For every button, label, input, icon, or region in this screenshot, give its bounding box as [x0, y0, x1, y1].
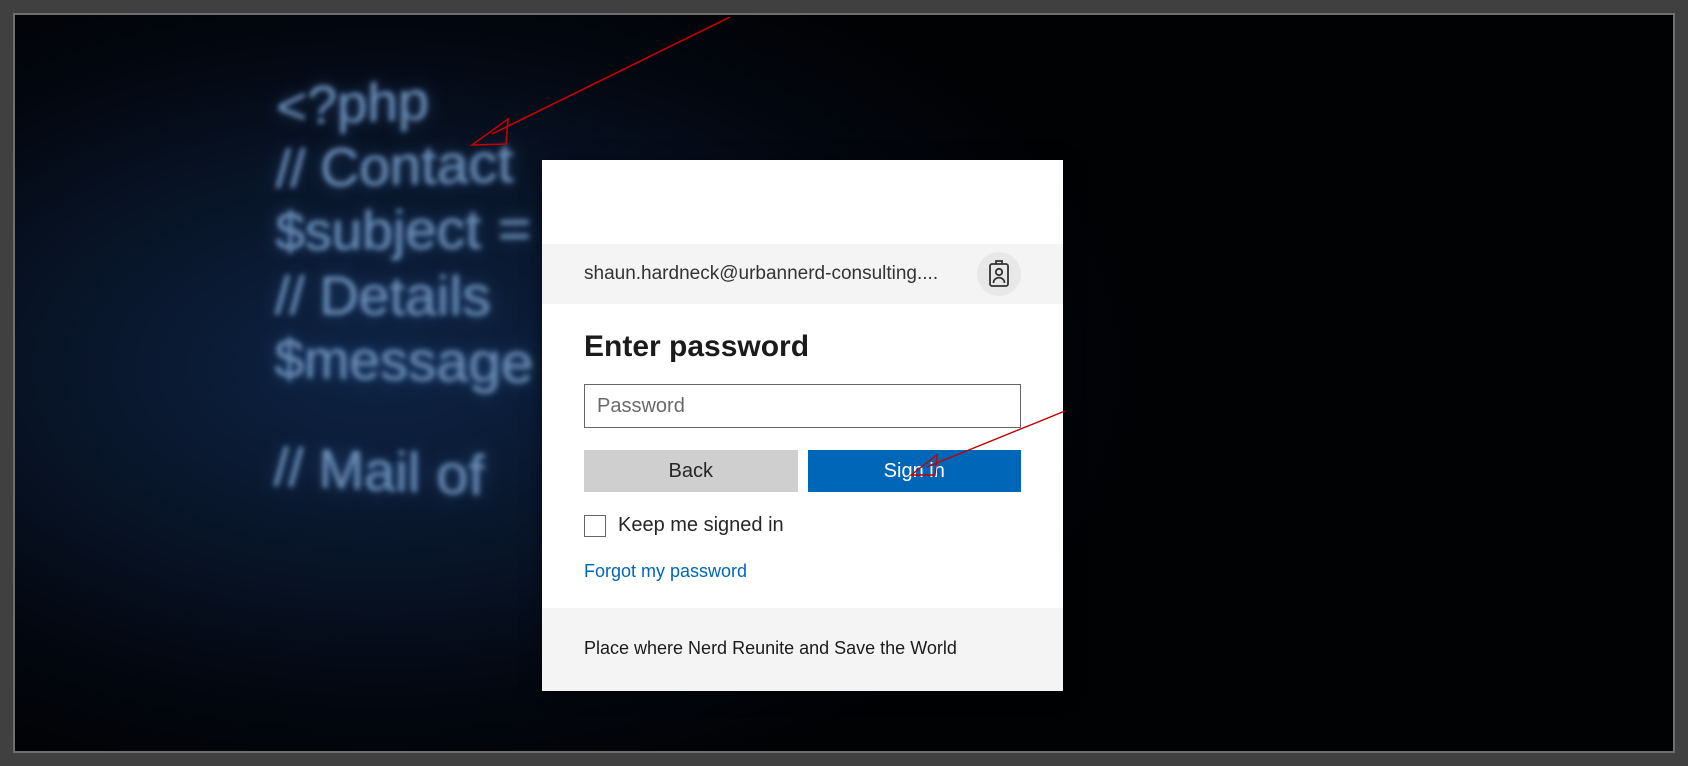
button-row: Back Sign in — [584, 450, 1021, 492]
bg-code-line: $message — [274, 328, 534, 398]
badge-person-icon — [977, 252, 1021, 296]
bg-code-line: // Mail of — [273, 436, 534, 513]
identity-row: shaun.hardneck@urbannerd-consulting.... — [542, 244, 1063, 304]
back-button[interactable]: Back — [584, 450, 798, 492]
app-frame: <?php // Contact $subject = // Details $… — [13, 13, 1675, 753]
identity-email: shaun.hardneck@urbannerd-consulting.... — [584, 263, 977, 285]
bg-code-line: // Details — [275, 263, 534, 330]
bg-code-line: $subject = — [275, 197, 533, 265]
bg-code-line: <?php — [276, 64, 533, 139]
card-logo-area — [542, 160, 1063, 244]
card-body: Enter password Back Sign in Keep me sign… — [542, 304, 1063, 608]
background-code: <?php // Contact $subject = // Details $… — [273, 64, 534, 513]
bg-code-line: // Contact — [276, 130, 534, 202]
keep-signed-in-row[interactable]: Keep me signed in — [584, 514, 1021, 537]
keep-signed-in-checkbox[interactable] — [584, 515, 606, 537]
forgot-password-link[interactable]: Forgot my password — [584, 561, 747, 582]
login-card: shaun.hardneck@urbannerd-consulting.... … — [542, 160, 1063, 691]
tenant-branding-text: Place where Nerd Reunite and Save the Wo… — [542, 608, 1063, 691]
signin-button[interactable]: Sign in — [808, 450, 1022, 492]
password-input[interactable] — [584, 384, 1021, 428]
enter-password-heading: Enter password — [584, 330, 1021, 364]
keep-signed-in-label: Keep me signed in — [618, 514, 784, 537]
